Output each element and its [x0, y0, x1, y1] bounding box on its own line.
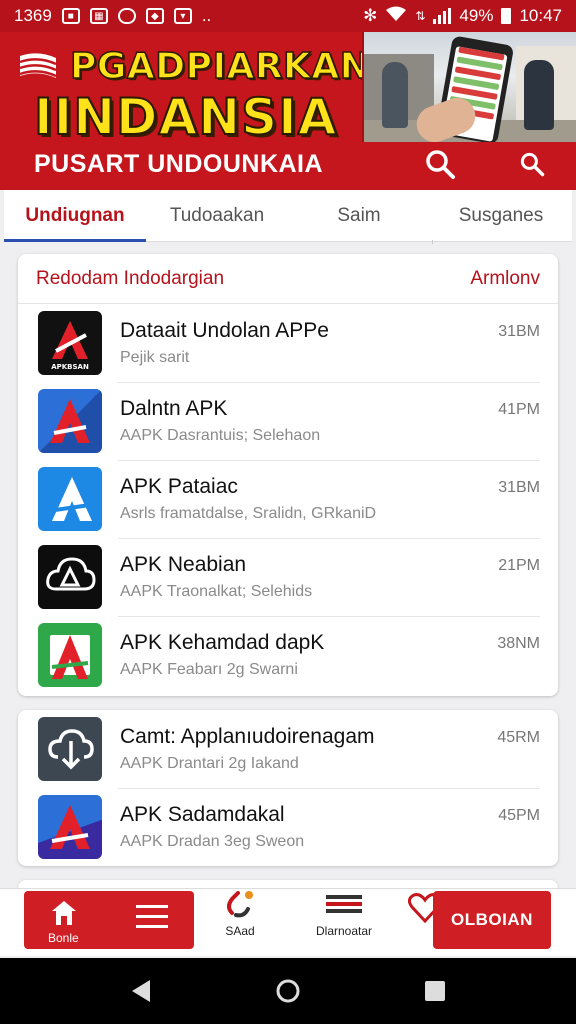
list-item[interactable]: APK Pataiac Asrls framatdalse, Sralidn, … [18, 460, 558, 538]
status-bar: 1369 ■ ▦ ◆ ▾ .. ✻ ⇅ 49% 10:47 [0, 0, 576, 32]
app-size: 38NM [497, 635, 540, 652]
app-name: APK Kehamdad dapK [120, 631, 325, 654]
list-item[interactable]: APK Sadamdakal AAPK Dradan 3eg Sweon 45P… [18, 788, 558, 866]
gallery-icon: ▦ [89, 8, 108, 24]
app-size: 41PM [498, 401, 540, 418]
list-icon [326, 895, 362, 913]
green-a-icon [38, 623, 102, 687]
tab-bar: Undiugnan Tudoaakan Saim Susganes [4, 190, 572, 242]
app-size: 31BM [498, 323, 540, 340]
nav-dianoatar[interactable]: Dlarnoatar [306, 889, 382, 951]
svg-text:APKBSAN: APKBSAN [51, 363, 89, 371]
app-header: PGADPIARKAN IINDANSIA PUSART UNDOUNKAIA [0, 32, 576, 190]
app-size: 21PM [498, 557, 540, 574]
blue-a-icon [38, 467, 102, 531]
system-nav-bar [0, 958, 576, 1024]
app-notification-icon: ◆ [145, 8, 164, 24]
back-icon[interactable] [128, 978, 154, 1004]
nav-home-label: Bonle [48, 931, 79, 945]
app-size: 45PM [498, 807, 540, 824]
red-a-blue-icon [38, 389, 102, 453]
battery-percent: 49% [459, 6, 494, 25]
home-icon[interactable] [50, 899, 78, 927]
app-desc: AAPK Traonalkat; Selehids [120, 583, 313, 600]
cloud-a-icon [38, 545, 102, 609]
app-name: Camt: Applanıudoirenagam [120, 725, 375, 748]
wifi-icon [385, 6, 407, 27]
bluetooth-icon: ✻ [363, 6, 378, 25]
search-icon-secondary[interactable] [518, 150, 546, 178]
tab-tudoaakan[interactable]: Tudoaakan [146, 190, 288, 242]
red-a-black-icon: APKBSAN [38, 311, 102, 375]
recents-icon[interactable] [424, 980, 446, 1002]
app-desc: Pejik sarit [120, 349, 190, 366]
app-name: Dalntn APK [120, 397, 228, 420]
download-list-card: Redodam Indodargian Armlonv APKBSAN Data… [18, 254, 558, 696]
flag-icon [19, 53, 57, 78]
section-header: Redodam Indodargian Armlonv [18, 254, 558, 304]
tab-divider [432, 240, 433, 244]
app-name: APK Neabian [120, 553, 247, 576]
app-size: 45RM [497, 729, 540, 746]
menu-icon[interactable] [136, 903, 168, 931]
slate-cloud-icon [38, 717, 102, 781]
hero-title-line1: PGADPIARKAN [69, 45, 371, 88]
battery-icon [501, 8, 512, 24]
home-circle-icon[interactable] [275, 978, 301, 1004]
notification-icon: ■ [61, 8, 80, 24]
hero-photo [362, 32, 576, 142]
download-list-card-2: Camt: Applanıudoirenagam AAPK Drantari 2… [18, 710, 558, 866]
data-icon: ⇅ [415, 9, 426, 23]
download-cta-button[interactable]: OLBOIAN [433, 891, 551, 949]
nav-saad-label: SAad [225, 924, 255, 938]
app-desc: AAPK Drantari 2g Iakand [120, 755, 299, 772]
app-desc: AAPK Dradan 3eg Sweon [120, 833, 305, 850]
list-item[interactable]: Camt: Applanıudoirenagam AAPK Drantari 2… [18, 710, 558, 788]
section-title: Redodam Indodargian [36, 267, 225, 289]
status-text: 1369 [14, 6, 52, 25]
signal-icon [433, 8, 452, 24]
app-desc: Asrls framatdalse, Sralidn, GRkaniD [120, 505, 377, 522]
mail-icon: ▾ [173, 8, 192, 24]
app-size: 31BM [498, 479, 540, 496]
red-a-blue-icon [38, 795, 102, 859]
tab-undiugnan[interactable]: Undiugnan [4, 190, 146, 242]
list-item[interactable]: APK Neabian AAPK Traonalkat; Selehids 21… [18, 538, 558, 616]
list-item[interactable]: APKBSAN Dataait Undolan APPe Pejik sarit… [18, 304, 558, 382]
link-icon [227, 891, 253, 918]
app-desc: AAPK Feabarı 2g Swarni [120, 661, 298, 678]
app-desc: AAPK Dasrantuis; Selehaon [120, 427, 321, 444]
status-left: 1369 ■ ▦ ◆ ▾ .. [14, 6, 211, 26]
search-icon[interactable] [424, 148, 456, 180]
status-dots: .. [201, 6, 212, 25]
nav-saad[interactable]: SAad [214, 889, 266, 951]
app-name: Dataait Undolan APPe [120, 319, 329, 342]
tab-saim[interactable]: Saim [288, 190, 430, 242]
hero-subtitle: PUSART UNDOUNKAIA [34, 150, 324, 178]
nav-home-group: Bonle [24, 891, 194, 949]
bottom-nav: Bonle SAad Dlarnoatar OLBOIAN [0, 888, 576, 956]
clock: 10:47 [519, 6, 562, 25]
list-item[interactable]: Dalntn APK AAPK Dasrantuis; Selehaon 41P… [18, 382, 558, 460]
section-link[interactable]: Armlonv [470, 268, 540, 290]
app-name: APK Sadamdakal [120, 803, 285, 826]
list-item[interactable]: APK Kehamdad dapK AAPK Feabarı 2g Swarni… [18, 616, 558, 694]
tab-susganes[interactable]: Susganes [430, 190, 572, 242]
app-name: APK Pataiac [120, 475, 238, 498]
status-right: ✻ ⇅ 49% 10:47 [363, 6, 562, 27]
hero-title-line2: IINDANSIA [33, 87, 338, 147]
messenger-icon [117, 8, 136, 24]
nav-dianoatar-label: Dlarnoatar [315, 924, 373, 938]
